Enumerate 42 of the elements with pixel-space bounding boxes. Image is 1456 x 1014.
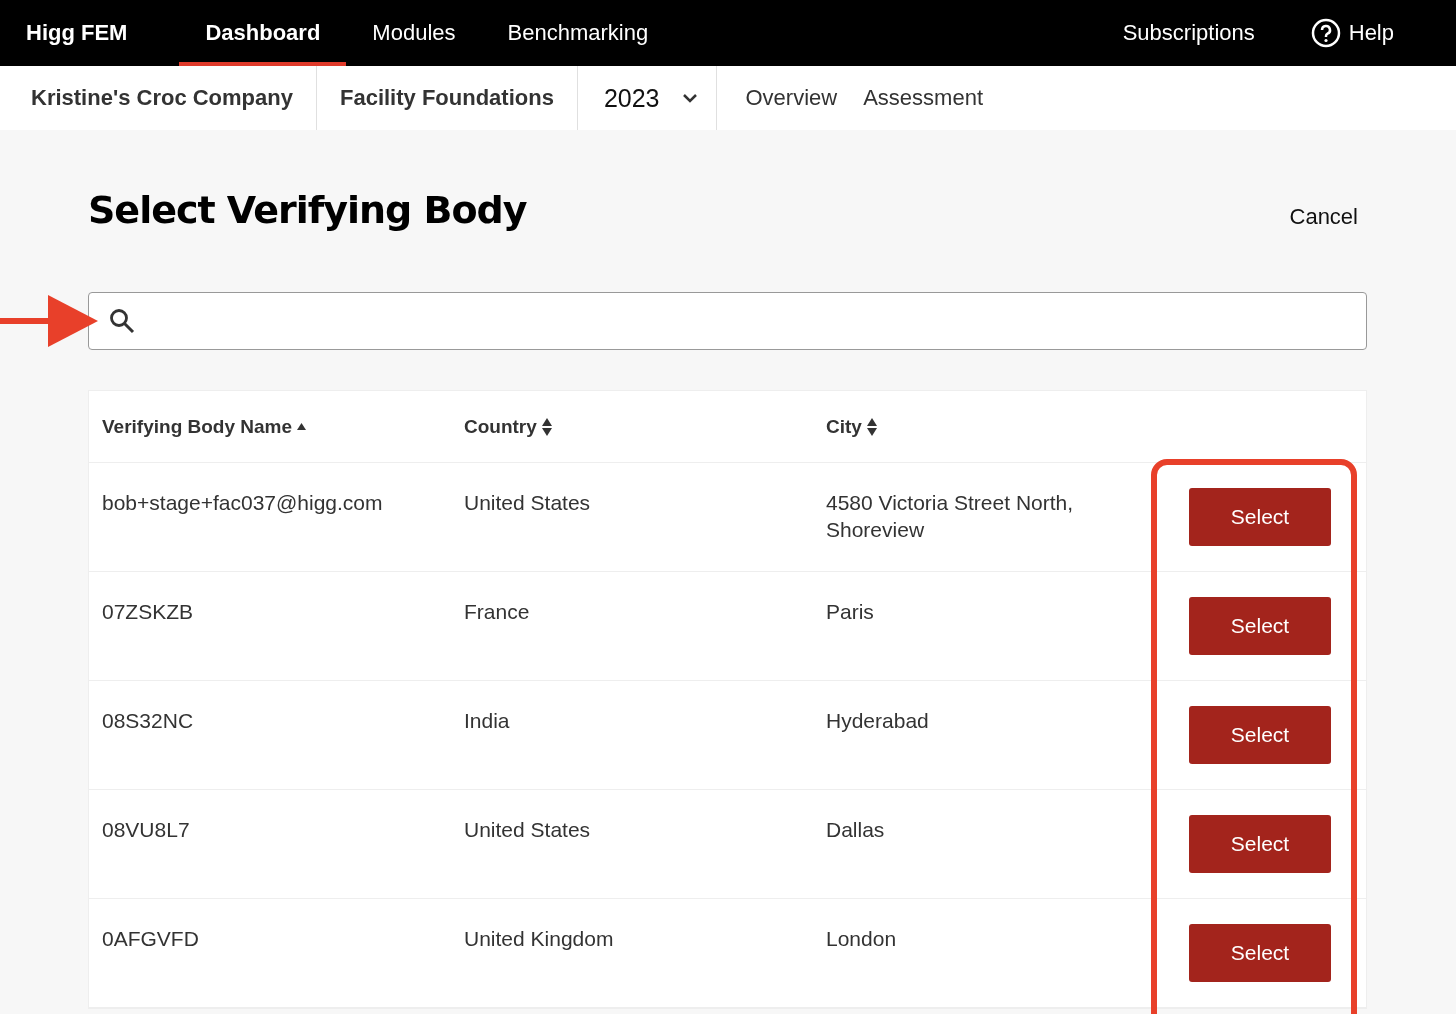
nav-tab[interactable]: Benchmarking [481, 0, 675, 66]
table-cell-text: Hyderabad [826, 708, 930, 734]
select-button[interactable]: Select [1189, 706, 1331, 764]
table-cell-text: 0AFGVFD [102, 926, 200, 952]
table-cell-text: United Kingdom [464, 926, 615, 952]
table-cell-text: 4580 Victoria Street North, Shoreview [826, 490, 1075, 543]
help-link[interactable]: Help [1310, 0, 1394, 66]
chevron-down-icon [681, 93, 698, 103]
table-cell-text: Dallas [826, 817, 886, 843]
table-cell-text: France [464, 599, 531, 625]
sub-nav-link[interactable]: Overview [745, 66, 838, 130]
column-header[interactable]: Country [464, 391, 826, 462]
column-header-label: Country [464, 415, 537, 438]
column-header[interactable]: Verifying Body Name [102, 391, 464, 462]
cancel-link[interactable]: Cancel [1289, 204, 1358, 230]
help-label: Help [1348, 20, 1394, 46]
column-header-label: Verifying Body Name [102, 415, 293, 438]
table-cell-text: United States [464, 490, 592, 516]
table-cell-text: India [464, 708, 511, 734]
nav-tab[interactable]: Modules [346, 0, 482, 66]
table-cell-text: bob+stage+fac037@higg.com [102, 490, 384, 516]
sub-nav-link[interactable]: Assessment [863, 66, 983, 130]
table-cell-text: 08VU8L7 [102, 817, 191, 843]
table-cell-text: United States [464, 817, 592, 843]
select-button[interactable]: Select [1189, 597, 1331, 655]
select-button[interactable]: Select [1189, 815, 1331, 873]
search-icon [109, 308, 135, 334]
brand-logo[interactable]: Higg FEM [26, 20, 128, 46]
table-cell-text: 08S32NC [102, 708, 195, 734]
page-title: Select Verifying Body [88, 188, 527, 232]
select-button[interactable]: Select [1189, 924, 1331, 982]
select-button[interactable]: Select [1189, 488, 1331, 546]
table-cell-text: Paris [826, 599, 875, 625]
search-field[interactable] [88, 292, 1367, 350]
module-name: Facility Foundations [316, 66, 578, 130]
table-cell-text: London [826, 926, 898, 952]
column-header-label: City [826, 415, 862, 438]
subscriptions-link[interactable]: Subscriptions [1122, 0, 1255, 66]
table-cell-text: 07ZSKZB [102, 599, 195, 625]
help-icon [1310, 18, 1341, 48]
company-name: Kristine's Croc Company [0, 66, 317, 130]
column-header[interactable]: City [826, 391, 1186, 462]
